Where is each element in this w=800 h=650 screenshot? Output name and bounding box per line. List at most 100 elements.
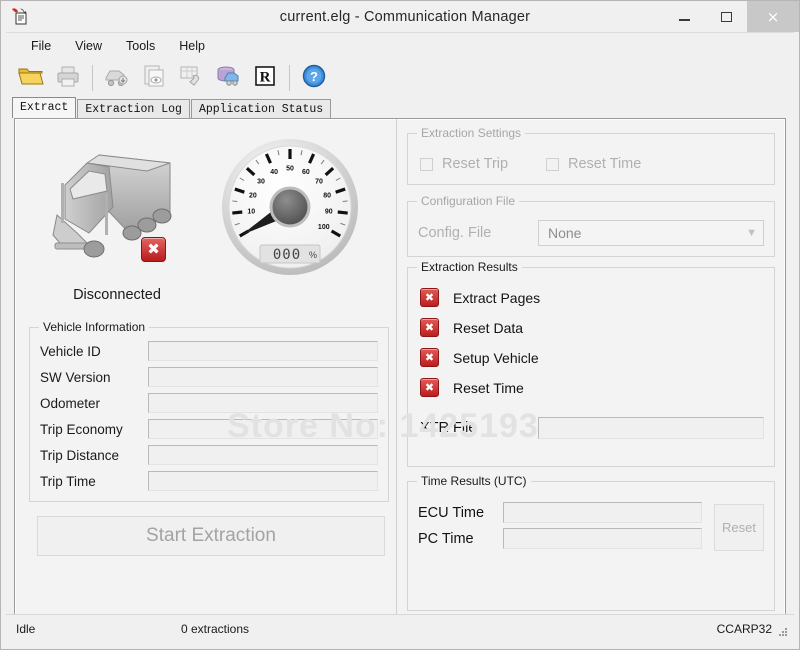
menu-item-help[interactable]: Help (168, 36, 216, 56)
pc-time-input[interactable] (503, 528, 702, 549)
chevron-down-icon: ▼ (746, 227, 757, 239)
print-button (51, 61, 85, 95)
field-trip-distance: Trip Distance (30, 444, 378, 466)
menu-item-view[interactable]: View (64, 36, 113, 56)
close-button[interactable]: × (747, 1, 799, 32)
menu-bar: File View Tools Help (6, 33, 794, 58)
field-vehicle-id: Vehicle ID (30, 340, 378, 362)
trip-time-input[interactable] (148, 471, 378, 491)
resize-grip-icon[interactable] (777, 626, 789, 638)
sw-version-input[interactable] (148, 367, 378, 387)
result-label: Reset Time (453, 380, 524, 396)
open-folder-icon (17, 63, 45, 94)
document-export-icon (9, 5, 31, 27)
svg-text:20: 20 (249, 192, 257, 199)
trip-economy-input[interactable] (148, 419, 378, 439)
tab-application-status[interactable]: Application Status (191, 99, 331, 118)
field-label: Trip Time (30, 474, 148, 489)
checkbox-label: Reset Time (568, 156, 641, 172)
vehicle-information-group: Vehicle Information Vehicle ID SW Versio… (29, 327, 389, 502)
client-area: File View Tools Help (6, 32, 794, 642)
svg-text:80: 80 (323, 192, 331, 199)
report-r-button[interactable]: R (248, 61, 282, 95)
checkbox-reset-trip[interactable]: Reset Trip (420, 156, 508, 172)
svg-text:000: 000 (273, 247, 301, 263)
connection-status-label: Disconnected (37, 287, 197, 303)
tab-extract[interactable]: Extract (12, 97, 76, 118)
config-file-selected-value: None (548, 225, 581, 241)
wrench-settings-button (174, 61, 208, 95)
xtr-file-label: XTR File (420, 420, 538, 436)
completion-gauge: 0102030405060708090100 000 % (205, 137, 375, 282)
config-file-select[interactable]: None ▼ (538, 220, 764, 246)
checkbox-box-icon (546, 158, 559, 171)
right-pane: Extraction Settings Reset Trip Reset Tim… (397, 119, 785, 617)
field-label: SW Version (30, 370, 148, 385)
extraction-results-group: Extraction Results ✖ Extract Pages ✖ Res… (407, 267, 775, 467)
field-label: Odometer (30, 396, 148, 411)
odometer-input[interactable] (148, 393, 378, 413)
toolbar: R ? (6, 58, 794, 98)
config-file-row: Config. File None ▼ (408, 220, 764, 246)
open-folder-button[interactable] (14, 61, 48, 95)
svg-text:30: 30 (257, 178, 265, 185)
field-label: Trip Distance (30, 448, 148, 463)
maximize-button[interactable] (705, 1, 747, 32)
truck-download-icon (103, 64, 131, 93)
vehicle-id-input[interactable] (148, 341, 378, 361)
left-pane: ✖ (15, 119, 397, 617)
menu-item-file[interactable]: File (20, 36, 62, 56)
svg-text:50: 50 (286, 166, 294, 173)
xtr-file-row: XTR File (420, 417, 764, 439)
tab-strip: Extract Extraction Log Application Statu… (12, 98, 794, 118)
pc-time-label: PC Time (418, 531, 503, 547)
status-fail-icon: ✖ (420, 378, 439, 397)
extraction-results-legend: Extraction Results (417, 260, 522, 274)
field-trip-time: Trip Time (30, 470, 378, 492)
print-icon (55, 64, 81, 93)
checkbox-reset-time[interactable]: Reset Time (546, 156, 641, 172)
status-fail-icon: ✖ (420, 348, 439, 367)
document-preview-icon (141, 64, 167, 93)
svg-text:40: 40 (270, 169, 278, 176)
svg-text:90: 90 (325, 209, 333, 216)
status-bar: Idle 0 extractions CCARP32 (6, 614, 794, 642)
result-label: Extract Pages (453, 290, 540, 306)
tab-extraction-log[interactable]: Extraction Log (77, 99, 190, 118)
trip-distance-input[interactable] (148, 445, 378, 465)
database-truck-button[interactable] (211, 61, 245, 95)
svg-text:%: % (309, 250, 317, 260)
application-window: current.elg - Communication Manager × Fi… (0, 0, 800, 650)
status-state: Idle (16, 622, 35, 636)
start-extraction-button[interactable]: Start Extraction (37, 516, 385, 556)
result-label: Reset Data (453, 320, 523, 336)
result-reset-time: ✖ Reset Time (420, 378, 524, 397)
xtr-file-input[interactable] (538, 417, 764, 439)
report-r-icon: R (253, 64, 277, 93)
status-module: CCARP32 (717, 622, 772, 636)
title-bar: current.elg - Communication Manager × (1, 1, 799, 32)
result-extract-pages: ✖ Extract Pages (420, 288, 540, 307)
time-results-legend: Time Results (UTC) (417, 474, 531, 488)
wrench-settings-icon (177, 64, 205, 93)
status-fail-icon: ✖ (420, 288, 439, 307)
config-file-label: Config. File (408, 225, 538, 241)
database-truck-icon (214, 64, 242, 93)
minimize-button[interactable] (663, 1, 705, 32)
extraction-settings-legend: Extraction Settings (417, 126, 525, 140)
svg-text:100: 100 (318, 224, 330, 231)
ecu-time-row: ECU Time (418, 502, 702, 523)
reset-time-button[interactable]: Reset (714, 504, 764, 551)
result-label: Setup Vehicle (453, 350, 539, 366)
result-reset-data: ✖ Reset Data (420, 318, 523, 337)
field-label: Vehicle ID (30, 344, 148, 359)
menu-item-tools[interactable]: Tools (115, 36, 166, 56)
help-button[interactable]: ? (297, 61, 331, 95)
time-results-group: Time Results (UTC) ECU Time PC Time Rese… (407, 481, 775, 611)
configuration-file-legend: Configuration File (417, 194, 519, 208)
toolbar-separator (92, 65, 93, 91)
truck-illustration: ✖ (37, 137, 197, 277)
extraction-settings-group: Extraction Settings Reset Trip Reset Tim… (407, 133, 775, 185)
ecu-time-input[interactable] (503, 502, 702, 523)
window-controls: × (663, 1, 799, 32)
